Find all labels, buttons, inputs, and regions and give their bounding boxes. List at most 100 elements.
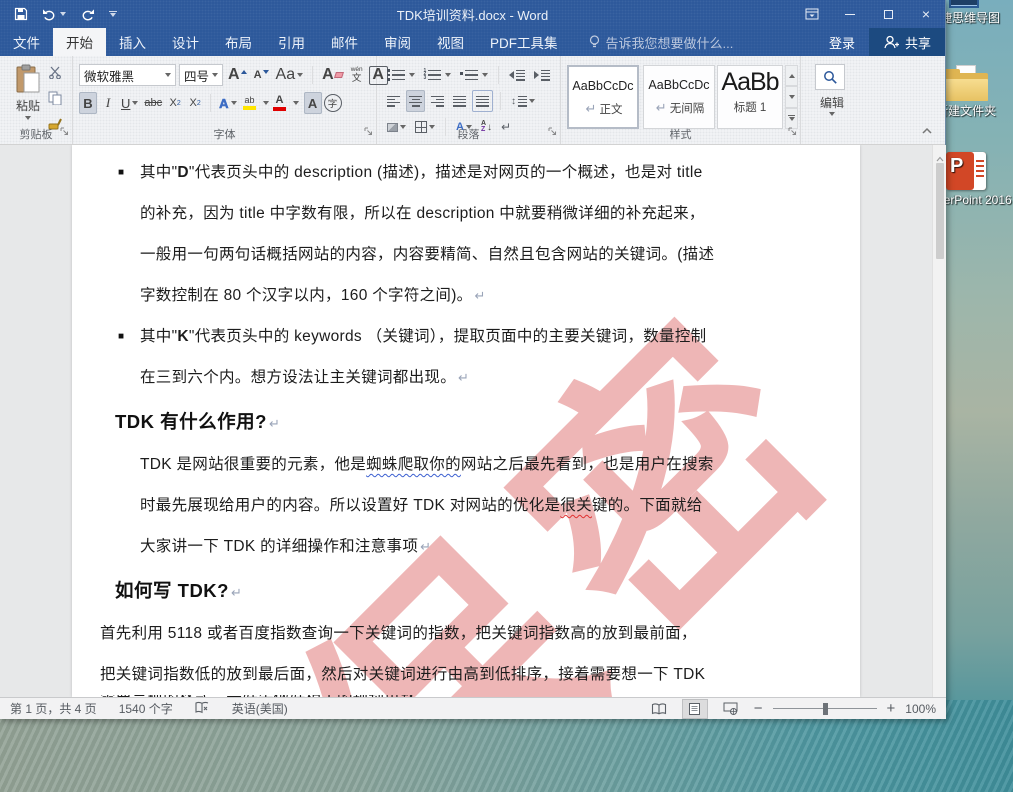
sign-in-button[interactable]: 登录: [815, 28, 869, 56]
style-card-no-spacing[interactable]: AaBbCcDc ↵ 无间隔: [643, 65, 715, 129]
find-button[interactable]: [815, 64, 845, 90]
heading-tdk-purpose[interactable]: TDK 有什么作用?↵: [72, 400, 860, 444]
tab-home[interactable]: 开始: [53, 28, 106, 56]
numbered-list-button[interactable]: 123: [421, 64, 455, 86]
underline-button[interactable]: U: [119, 92, 140, 114]
increase-indent-button[interactable]: [531, 64, 553, 86]
clipboard-dialog-launcher[interactable]: [60, 123, 69, 141]
line-spacing-button[interactable]: ↕: [508, 90, 538, 112]
paste-button[interactable]: 粘贴: [6, 64, 50, 120]
paragraph-dialog-launcher[interactable]: [548, 123, 557, 141]
undo-dropdown-caret[interactable]: [60, 12, 66, 16]
italic-button[interactable]: I: [99, 92, 117, 114]
styles-scroll-down-icon[interactable]: [785, 86, 798, 107]
share-button[interactable]: 共享: [869, 28, 945, 56]
tab-pdf-tools[interactable]: PDF工具集: [477, 28, 571, 56]
style-card-normal[interactable]: AaBbCcDc ↵ 正文: [567, 65, 639, 129]
minimize-button[interactable]: [831, 0, 869, 28]
bullet2-line2[interactable]: 在三到六个内。想方设法让主关键词都出现。↵: [72, 357, 860, 398]
decrease-indent-button[interactable]: [506, 64, 528, 86]
para1-line3[interactable]: 大家讲一下 TDK 的详细操作和注意事项↵: [72, 526, 860, 567]
redo-icon[interactable]: [80, 8, 95, 21]
lightbulb-icon: [589, 35, 600, 49]
multilevel-list-button[interactable]: [457, 64, 491, 86]
document-page[interactable]: 保密 ■ 其中"D"代表页头中的 description (描述)，描述是对网页…: [72, 145, 860, 697]
maximize-button[interactable]: [869, 0, 907, 28]
styles-scroll-up-icon[interactable]: [785, 65, 798, 86]
align-right-button[interactable]: [428, 90, 447, 112]
shrink-font-button[interactable]: A: [252, 64, 271, 86]
bullet1-line1[interactable]: ■ 其中"D"代表页头中的 description (描述)，描述是对网页的一个…: [72, 152, 860, 193]
grow-font-button[interactable]: A: [226, 64, 249, 86]
language-indicator[interactable]: 英语(美国): [232, 700, 288, 717]
distribute-button[interactable]: [472, 90, 493, 112]
tab-insert[interactable]: 插入: [106, 28, 159, 56]
font-dialog-launcher[interactable]: [364, 123, 373, 141]
tab-file[interactable]: 文件: [0, 28, 53, 56]
page-indicator[interactable]: 第 1 页，共 4 页: [10, 700, 97, 717]
editing-dropdown-caret[interactable]: [829, 112, 835, 116]
vertical-scrollbar[interactable]: [932, 145, 946, 697]
zoom-out-button[interactable]: −: [754, 701, 763, 716]
tab-review[interactable]: 审阅: [371, 28, 424, 56]
style-card-heading1[interactable]: AaBb 标题 1: [717, 65, 783, 129]
para1-line1[interactable]: TDK 是网站很重要的元素，他是蜘蛛爬取你的网站之后最先看到，也是用户在搜索: [72, 444, 860, 485]
font-size-combo[interactable]: 四号: [179, 64, 223, 86]
clear-formatting-button[interactable]: A: [320, 64, 345, 86]
word-count[interactable]: 1540 个字: [119, 700, 173, 717]
align-left-button[interactable]: [384, 90, 403, 112]
bullet1-line4[interactable]: 字数控制在 80 个汉字以内，160 个字符之间)。↵: [72, 275, 860, 316]
font-color-button[interactable]: A: [271, 92, 289, 114]
highlight-dropdown[interactable]: [263, 101, 269, 105]
scrollbar-thumb[interactable]: [936, 163, 944, 259]
customize-qat-icon[interactable]: [109, 11, 117, 17]
tab-mailings[interactable]: 邮件: [318, 28, 371, 56]
para2-line3-clipped[interactable]: 需要呈现的格式，最好先做好相关的规划思路: [72, 695, 860, 697]
text-effects-button[interactable]: A: [217, 92, 238, 114]
styles-gallery-scroll[interactable]: [785, 65, 798, 129]
zoom-in-button[interactable]: +: [887, 701, 896, 716]
enclose-characters-button[interactable]: 字: [324, 94, 342, 112]
bullet-list-button[interactable]: [384, 64, 418, 86]
close-button[interactable]: ×: [907, 0, 945, 28]
para2-line2[interactable]: 把关键词指数低的放到最后面，然后对关键词进行由高到低排序，接着需要想一下 TDK: [72, 654, 860, 695]
change-case-button[interactable]: Aa: [274, 64, 306, 86]
web-layout-icon[interactable]: [718, 699, 744, 719]
tab-layout[interactable]: 布局: [212, 28, 265, 56]
cut-icon[interactable]: [48, 66, 63, 84]
tab-view[interactable]: 视图: [424, 28, 477, 56]
collapse-ribbon-icon[interactable]: [921, 122, 933, 140]
para1-line2[interactable]: 时最先展现给用户的内容。所以设置好 TDK 对网站的优化是很关键的。下面就给: [72, 485, 860, 526]
bullet2-line1[interactable]: ■ 其中"K"代表页头中的 keywords （关键词），提取页面中的主要关键词…: [72, 316, 860, 357]
bold-button[interactable]: B: [79, 92, 97, 114]
highlight-button[interactable]: ab: [241, 92, 259, 114]
zoom-slider[interactable]: [773, 699, 877, 719]
zoom-slider-thumb[interactable]: [823, 703, 828, 715]
justify-button[interactable]: [450, 90, 469, 112]
tab-design[interactable]: 设计: [159, 28, 212, 56]
font-name-combo[interactable]: 微软雅黑: [79, 64, 176, 86]
para2-line1[interactable]: 首先利用 5118 或者百度指数查询一下关键词的指数，把关键词指数高的放到最前面…: [72, 613, 860, 654]
bullet1-line2[interactable]: 的补充，因为 title 中字数有限，所以在 description 中就要稍微…: [72, 193, 860, 234]
strikethrough-button[interactable]: abc: [142, 92, 164, 114]
character-shading-button[interactable]: A: [304, 92, 322, 114]
subscript-button[interactable]: X2: [166, 92, 184, 114]
tab-references[interactable]: 引用: [265, 28, 318, 56]
ribbon-display-options-icon[interactable]: [793, 0, 831, 28]
superscript-button[interactable]: X2: [186, 92, 204, 114]
heading-how-to-write[interactable]: 如何写 TDK?↵: [72, 569, 860, 613]
proofing-error-icon[interactable]: [195, 701, 210, 717]
copy-icon[interactable]: [48, 91, 63, 110]
print-layout-icon[interactable]: [682, 699, 708, 719]
align-center-button[interactable]: [406, 90, 425, 112]
editing-label[interactable]: 编辑: [801, 94, 863, 111]
tell-me-box[interactable]: 告诉我您想要做什么...: [571, 28, 734, 56]
bullet1-line3[interactable]: 一般用一句两句话概括网站的内容，内容要精简、自然且包含网站的关键词。(描述: [72, 234, 860, 275]
zoom-level[interactable]: 100%: [905, 702, 936, 716]
font-color-dropdown[interactable]: [293, 101, 299, 105]
undo-icon[interactable]: [42, 8, 66, 21]
save-icon[interactable]: [14, 7, 28, 21]
phonetic-guide-button[interactable]: wén 文: [348, 64, 366, 86]
read-mode-icon[interactable]: [646, 699, 672, 719]
styles-dialog-launcher[interactable]: [788, 123, 797, 141]
